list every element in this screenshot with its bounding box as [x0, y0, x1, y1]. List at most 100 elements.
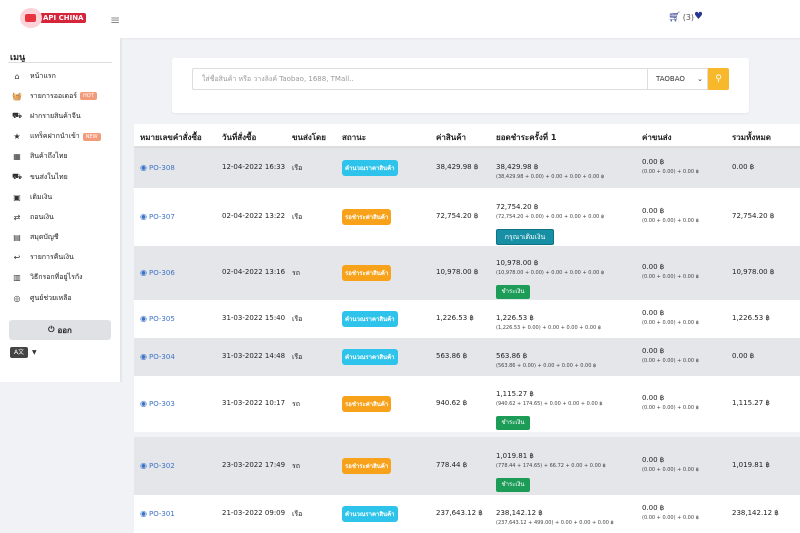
sidebar-item-label: สินค้าถึงไทย: [30, 152, 68, 161]
logout-button[interactable]: ⏻ ออก: [9, 320, 111, 340]
shipping-fee-amount: 0.00 ฿: [642, 309, 665, 317]
table-row: ◉ PO-301 21-03-2022 09:09 เรือ คำนวณราคาสินค…: [134, 495, 800, 533]
cart-button[interactable]: 🛒︎ (3): [668, 12, 694, 23]
order-date: 23-03-2022 17:49: [222, 461, 286, 469]
sidebar-item[interactable]: ▤ สมุดบัญชี: [10, 228, 118, 248]
status-badge: คำนวณราคาสินค้า: [342, 349, 398, 365]
shipping-fee: 0.00 ฿ (0.00 + 0.00) + 0.00 ฿: [642, 158, 699, 175]
pay-button[interactable]: ชำระเงิน: [496, 416, 530, 430]
sidebar-item[interactable]: 🧺 รายการออเดอร์ HOT: [10, 86, 118, 106]
sidebar-item-label: หน้าแรก: [30, 71, 56, 80]
order-link[interactable]: ◉ PO-307: [140, 212, 175, 221]
sidebar-item[interactable]: ★ แทร็คฝากนำเข้า NEW: [10, 127, 118, 147]
box-icon: ▦: [13, 152, 21, 162]
refund-hand-icon: ↩: [13, 253, 21, 263]
home-icon: ⌂: [14, 71, 20, 81]
order-date: 31-03-2022 10:17: [222, 399, 286, 407]
book-icon: ▤: [13, 233, 21, 243]
menu-badge: HOT: [80, 92, 97, 101]
sidebar-item[interactable]: ⌂ หน้าแรก: [10, 66, 118, 86]
shipping-fee-breakdown: (0.00 + 0.00) + 0.00 ฿: [642, 218, 699, 224]
sidebar-item[interactable]: ◎ ศูนย์ช่วยเหลือ: [10, 288, 118, 308]
search-card: ใส่ชื่อสินค้า หรือ วางลิงค์ Taobao, 1688…: [172, 58, 749, 113]
hamburger-menu-icon[interactable]: ≡: [110, 13, 120, 27]
order-total: 72,754.20 ฿: [732, 212, 775, 220]
column-header: ยอดชำระครั้งที่ 1: [496, 133, 557, 142]
shipping-fee-breakdown: (0.00 + 0.00) + 0.00 ฿: [642, 274, 699, 280]
logo[interactable]: API CHINA: [20, 8, 87, 28]
order-number: PO-303: [148, 399, 175, 408]
shipping-fee-amount: 0.00 ฿: [642, 394, 665, 402]
first-payment-breakdown: (940.62 + 174.65) + 0.00 + 0.00 + 0.00 ฿: [496, 401, 603, 407]
table-header: หมายเลขคำสั่งซื้อ วันที่สั่งซื้อ ขนส่งโดย ส…: [134, 124, 800, 148]
orders-table: หมายเลขคำสั่งซื้อ วันที่สั่งซื้อ ขนส่งโดย ส…: [134, 124, 800, 533]
sidebar: เมนู ⌂ หน้าแรก 🧺 รายการออเดอร์ HOT ⛟ ฝากรายสิน…: [0, 38, 122, 382]
sidebar-item-label: ขนส่งในไทย: [30, 172, 68, 181]
status-badge: รอชำระค่าสินค้า: [342, 458, 392, 474]
product-price: 38,429.98 ฿: [436, 163, 479, 171]
order-link[interactable]: ◉ PO-303: [140, 399, 175, 408]
sidebar-item[interactable]: ⛟ ขนส่งในไทย: [10, 167, 118, 187]
first-payment-breakdown: (778.44 + 174.65) + 66.72 + 0.00 + 0.00 …: [496, 463, 606, 469]
translate-icon: A文: [10, 347, 28, 358]
order-link[interactable]: ◉ PO-302: [140, 461, 175, 470]
shipping-fee: 0.00 ฿ (0.00 + 0.00) + 0.00 ฿: [642, 309, 699, 326]
first-payment-amount: 1,115.27 ฿: [496, 390, 534, 398]
sidebar-item[interactable]: ⇄ ถอนเงิน: [10, 207, 118, 227]
sidebar-item[interactable]: ▥ วิธีกรอกที่อยู่ไรกัง: [10, 268, 118, 288]
order-number: PO-306: [148, 268, 175, 277]
order-date: 12-04-2022 16:33: [222, 163, 286, 171]
first-payment-amount: 10,978.00 ฿: [496, 259, 539, 267]
sidebar-item[interactable]: ▣ เติมเงิน: [10, 187, 118, 207]
product-price: 940.62 ฿: [436, 399, 468, 407]
eye-icon: ◉: [140, 399, 147, 408]
shipping-fee-amount: 0.00 ฿: [642, 207, 665, 215]
order-link[interactable]: ◉ PO-308: [140, 163, 175, 172]
order-link[interactable]: ◉ PO-301: [140, 509, 175, 518]
pay-button[interactable]: ชำระเงิน: [496, 478, 530, 492]
sidebar-item-label: ถอนเงิน: [30, 212, 54, 221]
shipping-fee-breakdown: (0.00 + 0.00) + 0.00 ฿: [642, 405, 699, 411]
order-total: 1,226.53 ฿: [732, 314, 770, 322]
menu-list: ⌂ หน้าแรก 🧺 รายการออเดอร์ HOT ⛟ ฝากรายสินค้าจี…: [10, 66, 118, 308]
order-date: 31-03-2022 15:40: [222, 314, 286, 322]
status-badge: คำนวณราคาสินค้า: [342, 311, 398, 327]
lifebuoy-icon: ◎: [13, 293, 21, 303]
platform-select[interactable]: TAOBAO ⌄: [647, 68, 708, 90]
eye-icon: ◉: [140, 163, 147, 172]
product-price: 563.86 ฿: [436, 352, 468, 360]
search-input[interactable]: ใส่ชื่อสินค้า หรือ วางลิงค์ Taobao, 1688…: [192, 68, 647, 90]
search-button[interactable]: ⚲: [708, 68, 729, 90]
pay-button[interactable]: ชำระเงิน: [496, 285, 530, 299]
order-date: 31-03-2022 14:48: [222, 352, 286, 360]
sidebar-item[interactable]: ↩ รายการคืนเงิน: [10, 248, 118, 268]
product-price: 778.44 ฿: [436, 461, 468, 469]
truck-icon: ⛟: [11, 111, 23, 121]
shipping-method: รถ: [292, 269, 300, 277]
order-total: 0.00 ฿: [732, 163, 755, 171]
shipping-method: รถ: [292, 462, 300, 470]
heart-icon[interactable]: ♥: [694, 11, 703, 22]
order-number: PO-305: [148, 314, 175, 323]
column-header: ค่าขนส่ง: [642, 133, 672, 142]
first-payment-breakdown: (563.86 + 0.00) + 0.00 + 0.00 + 0.00 ฿: [496, 363, 597, 369]
menu-badge: NEW: [82, 132, 101, 141]
sidebar-item[interactable]: ⛟ ฝากรายสินค้าจีน: [10, 106, 118, 126]
logo-mark-icon: [20, 8, 42, 28]
top-up-button[interactable]: กรุณาเติมเงิน: [496, 229, 554, 245]
sidebar-item[interactable]: ▦ สินค้าถึงไทย: [10, 147, 118, 167]
shipping-method: เรือ: [292, 353, 303, 361]
order-number: PO-304: [148, 352, 175, 361]
order-link[interactable]: ◉ PO-306: [140, 268, 175, 277]
table-row: ◉ PO-305 31-03-2022 15:40 เรือ คำนวณราคาสินค…: [134, 300, 800, 338]
sidebar-item-label: ฝากรายสินค้าจีน: [30, 111, 81, 120]
sidebar-item-label: วิธีกรอกที่อยู่ไรกัง: [30, 273, 83, 282]
order-number: PO-307: [148, 212, 175, 221]
order-link[interactable]: ◉ PO-305: [140, 314, 175, 323]
shipping-fee-amount: 0.00 ฿: [642, 158, 665, 166]
language-switcher[interactable]: A文 ▼: [10, 347, 37, 358]
order-link[interactable]: ◉ PO-304: [140, 352, 175, 361]
shipping-fee: 0.00 ฿ (0.00 + 0.00) + 0.00 ฿: [642, 207, 699, 224]
chevron-down-icon: ⌄: [697, 75, 703, 83]
order-date: 21-03-2022 09:09: [222, 509, 286, 517]
